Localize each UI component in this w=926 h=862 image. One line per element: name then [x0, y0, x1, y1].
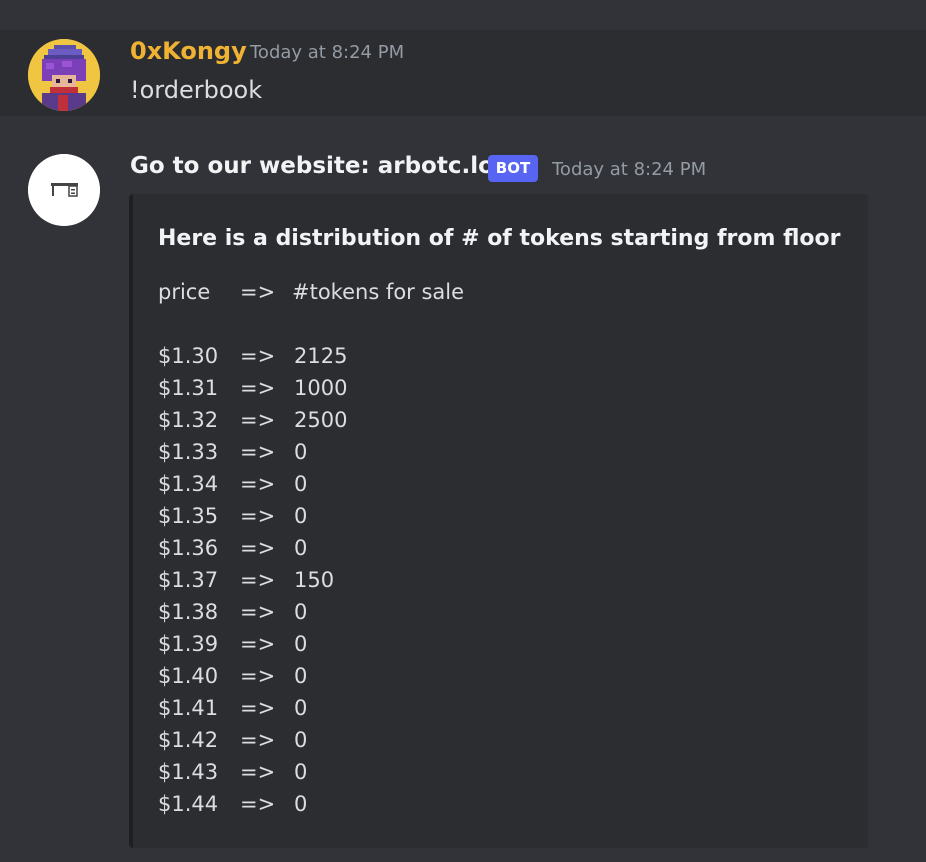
- orderbook-row: $1.30 => 2125: [158, 340, 464, 372]
- spacer-row: [158, 308, 464, 340]
- row-arrow: =>: [240, 504, 276, 528]
- row-price: $1.40: [158, 664, 219, 688]
- row-count: 2500: [294, 408, 348, 432]
- bot-embed: Here is a distribution of # of tokens st…: [129, 194, 868, 848]
- embed-header-row: price => #tokens for sale: [158, 276, 464, 308]
- orderbook-row: $1.32 => 2500: [158, 404, 464, 436]
- row-count: 0: [294, 760, 308, 784]
- username[interactable]: 0xKongy: [130, 37, 247, 65]
- row-count: 0: [294, 536, 308, 560]
- row-count: 0: [294, 440, 308, 464]
- orderbook-row: $1.42 => 0: [158, 724, 464, 756]
- row-price: $1.41: [158, 696, 219, 720]
- message-timestamp: Today at 8:24 PM: [250, 42, 405, 63]
- row-arrow: =>: [240, 728, 276, 752]
- row-count: 0: [294, 792, 308, 816]
- row-price: $1.44: [158, 792, 219, 816]
- row-count: 0: [294, 632, 308, 656]
- header-arrow: =>: [240, 280, 276, 304]
- row-arrow: =>: [240, 344, 276, 368]
- row-arrow: =>: [240, 408, 276, 432]
- embed-description: price => #tokens for sale $1.30 => 2125 $1.31…: [158, 276, 464, 820]
- bot-avatar[interactable]: [28, 154, 100, 226]
- row-arrow: =>: [240, 632, 276, 656]
- orderbook-row: $1.38 => 0: [158, 596, 464, 628]
- embed-title: Here is a distribution of # of tokens st…: [158, 226, 841, 251]
- orderbook-row: $1.39 => 0: [158, 628, 464, 660]
- row-count: 0: [294, 696, 308, 720]
- row-price: $1.39: [158, 632, 219, 656]
- row-price: $1.31: [158, 376, 219, 400]
- row-price: $1.43: [158, 760, 219, 784]
- orderbook-row: $1.36 => 0: [158, 532, 464, 564]
- row-price: $1.30: [158, 344, 219, 368]
- orderbook-row: $1.35 => 0: [158, 500, 464, 532]
- row-count: 150: [294, 568, 335, 592]
- row-arrow: =>: [240, 376, 276, 400]
- bot-message-timestamp: Today at 8:24 PM: [552, 159, 707, 180]
- orderbook-row: $1.33 => 0: [158, 436, 464, 468]
- row-price: $1.35: [158, 504, 219, 528]
- row-price: $1.33: [158, 440, 219, 464]
- row-arrow: =>: [240, 600, 276, 624]
- row-price: $1.42: [158, 728, 219, 752]
- header-price: price: [158, 280, 211, 304]
- pixel-character-icon: [28, 39, 100, 111]
- row-price: $1.32: [158, 408, 219, 432]
- orderbook-row: $1.37 => 150: [158, 564, 464, 596]
- row-price: $1.37: [158, 568, 219, 592]
- user-avatar[interactable]: [28, 39, 100, 111]
- orderbook-row: $1.40 => 0: [158, 660, 464, 692]
- orderbook-row: $1.31 => 1000: [158, 372, 464, 404]
- row-arrow: =>: [240, 568, 276, 592]
- row-arrow: =>: [240, 664, 276, 688]
- header-label: #tokens for sale: [292, 280, 465, 304]
- desk-icon: [28, 154, 100, 226]
- row-arrow: =>: [240, 760, 276, 784]
- row-count: 1000: [294, 376, 348, 400]
- bot-username[interactable]: Go to our website: arbotc.lol: [130, 153, 502, 179]
- row-count: 2125: [294, 344, 348, 368]
- row-price: $1.36: [158, 536, 219, 560]
- row-arrow: =>: [240, 536, 276, 560]
- row-price: $1.38: [158, 600, 219, 624]
- orderbook-row: $1.34 => 0: [158, 468, 464, 500]
- row-count: 0: [294, 504, 308, 528]
- row-count: 0: [294, 472, 308, 496]
- orderbook-row: $1.43 => 0: [158, 756, 464, 788]
- row-arrow: =>: [240, 472, 276, 496]
- bot-badge: BOT: [488, 155, 538, 182]
- row-count: 0: [294, 664, 308, 688]
- orderbook-row: $1.41 => 0: [158, 692, 464, 724]
- row-arrow: =>: [240, 696, 276, 720]
- row-arrow: =>: [240, 792, 276, 816]
- row-arrow: =>: [240, 440, 276, 464]
- row-count: 0: [294, 728, 308, 752]
- orderbook-row: $1.44 => 0: [158, 788, 464, 820]
- message-content: !orderbook: [130, 76, 263, 104]
- row-count: 0: [294, 600, 308, 624]
- row-price: $1.34: [158, 472, 219, 496]
- top-strip: [0, 0, 926, 30]
